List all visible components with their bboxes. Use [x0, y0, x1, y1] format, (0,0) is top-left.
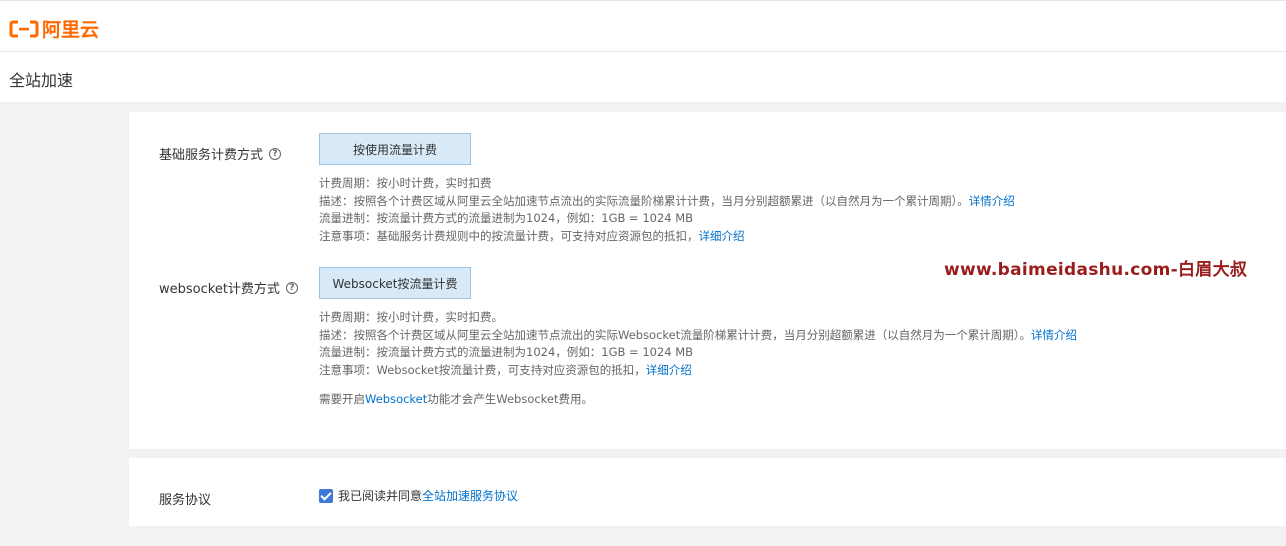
brand-name: 阿里云	[42, 19, 100, 41]
info-line: 描述：按照各个计费区域从阿里云全站加速节点流出的实际Websocket流量阶梯累…	[319, 327, 1077, 342]
websocket-link[interactable]: Websocket	[365, 392, 427, 406]
info-line: 计费周期：按小时计费，实时扣费。	[319, 310, 503, 324]
watermark-text: www.baimeidashu.com-白眉大叔	[944, 260, 1248, 280]
aliyun-logo-icon	[9, 20, 39, 37]
page-title: 全站加速	[9, 71, 74, 90]
base-service-label: 基础服务计费方式	[159, 148, 264, 163]
brand-logo[interactable]: 阿里云	[9, 15, 99, 42]
info-line: 描述：按照各个计费区域从阿里云全站加速节点流出的实际流量阶梯累计计费，当月分别超…	[319, 193, 1015, 208]
agreement-card: 服务协议 我已阅读并同意 全站加速服务协议	[129, 458, 1286, 526]
info-line: 流量进制：按流量计费方式的流量进制为1024，例如：1GB = 1024 MB	[319, 345, 694, 359]
top-bar: 阿里云	[0, 0, 1286, 52]
base-service-option-button[interactable]: 按使用流量计费	[319, 133, 471, 165]
help-icon[interactable]: ?	[285, 281, 298, 294]
detail-link[interactable]: 详细介绍	[646, 363, 692, 377]
agreement-label: 服务协议	[159, 493, 212, 508]
info-line: 注意事项：基础服务计费规则中的按流量计费，可支持对应资源包的抵扣，详细介绍	[319, 228, 745, 243]
details-link[interactable]: 详情介绍	[969, 194, 1015, 208]
billing-card: 基础服务计费方式 ? 按使用流量计费 计费周期：按小时计费，实时扣费 描述：按照…	[129, 112, 1286, 449]
websocket-option-button[interactable]: Websocket按流量计费	[319, 267, 471, 299]
base-service-label-row: 基础服务计费方式 ?	[159, 144, 282, 163]
agreement-checkbox[interactable]	[319, 488, 333, 503]
help-icon[interactable]: ?	[269, 147, 282, 160]
agreement-row: 我已阅读并同意 全站加速服务协议	[319, 487, 518, 504]
info-line: 流量进制：按流量计费方式的流量进制为1024，例如：1GB = 1024 MB	[319, 211, 694, 225]
info-line: 注意事项：Websocket按流量计费，可支持对应资源包的抵扣，详细介绍	[319, 362, 692, 377]
base-service-info: 计费周期：按小时计费，实时扣费 描述：按照各个计费区域从阿里云全站加速节点流出的…	[319, 175, 1015, 245]
agreement-link[interactable]: 全站加速服务协议	[422, 487, 518, 504]
detail-link[interactable]: 详细介绍	[699, 229, 745, 243]
info-line: 计费周期：按小时计费，实时扣费	[319, 176, 492, 190]
websocket-info: 计费周期：按小时计费，实时扣费。 描述：按照各个计费区域从阿里云全站加速节点流出…	[319, 309, 1077, 379]
websocket-note: 需要开启Websocket功能才会产生Websocket费用。	[319, 392, 594, 406]
websocket-label-row: websocket计费方式 ?	[159, 278, 298, 297]
websocket-label: websocket计费方式	[159, 282, 280, 297]
agreement-text: 我已阅读并同意	[338, 489, 423, 503]
title-bar: 全站加速	[0, 52, 1286, 102]
details-link[interactable]: 详情介绍	[1031, 328, 1077, 342]
